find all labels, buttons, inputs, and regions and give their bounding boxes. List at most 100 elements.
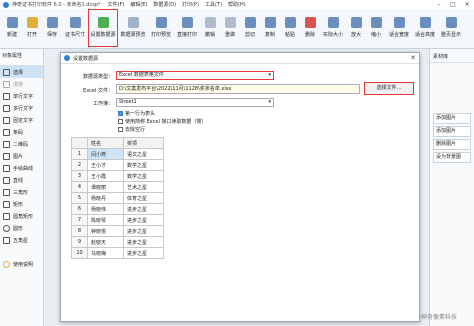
cut-button[interactable]: 剪切 [240,9,260,47]
certificate-size-button[interactable]: 证书尺寸 [62,9,88,47]
paste-button[interactable]: 粘贴 [280,9,300,47]
main-toolbar: 新建 打开 保存 证书尺寸 设置数据源 数据源预览 打印预览 直接打印 撤销 重… [0,9,474,49]
zoom-out-icon [370,17,382,28]
printer-icon [181,17,193,28]
set-datasource-button[interactable]: 设置数据源 [88,9,118,47]
actual-size-button[interactable]: 实际大小 [320,9,346,47]
zoom-in-button[interactable]: 放大 [346,9,366,47]
menu-file[interactable]: 文件(F) [105,1,128,8]
new-button[interactable]: 新建 [2,9,22,47]
redo-button[interactable]: 重做 [220,9,240,47]
fit-height-button[interactable]: 适合高度 [412,9,438,47]
simple-excel-interface-checkbox[interactable]: 使用简称 Excel 接口读取数据（慢） [118,118,206,125]
fixed-text-icon [3,116,10,124]
copy-button[interactable]: 复制 [260,9,280,47]
material-library-tab[interactable]: 素材库 [430,49,474,63]
text-icon [3,92,10,100]
full-page-button[interactable]: 整页显示 [438,9,464,47]
delete-button[interactable]: 删除 [300,9,320,47]
barcode-icon [3,128,10,136]
worksheet-label: 工作簿： [92,101,113,107]
data-preview-table: 姓名 奖项 1 闫小燕 语文之星 2 王小才 数学之星 3 王小霞 数学之星 4 谭晓丽 艺术之… [71,137,164,259]
cursor-icon [3,68,10,76]
table-row[interactable]: 10 马晓梅 进步之星 [71,247,164,259]
delete-icon [304,17,316,28]
app-logo-icon [3,1,9,8]
tool-select[interactable]: 选择 [0,66,43,78]
minimize-button[interactable]: – [432,1,446,8]
zoom-in-icon [350,17,362,28]
tool-pan[interactable]: 漫游 [0,78,43,90]
set-background-button[interactable]: 设为背景图 [433,152,471,163]
datasource-dialog: 设置数据源 ✕ 数据源类型： Excel 数据表格文件 ▾ Excel 文件： … [60,52,420,322]
tool-triangle[interactable]: 三角形 [0,186,43,198]
table-row[interactable]: 1 闫小燕 语文之星 [71,148,164,160]
delete-image-button[interactable]: 删除图片 [433,139,471,150]
dialog-close-button[interactable]: ✕ [407,54,419,62]
window-title: 神奇证书打印软件 6.0 - 未命名1.dcsp* [12,2,101,8]
menu-print[interactable]: 打印(P) [179,1,202,8]
tool-rounded-rectangle[interactable]: 圆角矩形 [0,210,43,222]
column-header [71,137,88,149]
hand-icon [3,80,10,88]
print-preview-button[interactable]: 打印预览 [148,9,174,47]
first-row-header-checkbox[interactable]: ✓ 第一行为表头 [118,110,155,117]
column-header[interactable]: 奖项 [123,137,164,149]
add-image-button-2[interactable]: 添加图片 [433,126,471,137]
multiline-text-icon [3,104,10,112]
clipboard-icon [284,17,296,28]
tool-rectangle[interactable]: 矩形 [0,198,43,210]
menu-edit[interactable]: 编辑(E) [127,1,150,8]
close-window-button[interactable]: ✕ [460,1,474,8]
datasource-preview-button[interactable]: 数据源预览 [118,9,148,47]
table-row[interactable]: 4 谭晓丽 艺术之星 [71,181,164,193]
remove-empty-rows-checkbox[interactable]: 去除空行 [118,126,145,133]
tool-fixed-text[interactable]: 固定文字 [0,114,43,126]
maximize-button[interactable]: □ [446,1,460,8]
direct-print-button[interactable]: 直接打印 [174,9,200,47]
menu-tools[interactable]: 工具(T) [202,1,225,8]
zoom-out-button[interactable]: 缩小 [366,9,386,47]
image-icon [3,152,10,160]
table-row[interactable]: 6 杨晓伟 进步之星 [71,203,164,215]
open-button[interactable]: 打开 [22,9,42,47]
data-type-label: 数据源类型： [82,74,113,80]
worksheet-select[interactable]: Sheet1 ▾ [116,98,274,107]
tool-star[interactable]: 五角星 [0,234,43,246]
object-properties-tab[interactable]: 对象属性 [0,49,43,66]
menu-datasource[interactable]: 数据源(D) [150,1,179,8]
datasource-icon [97,17,109,28]
copy-icon [264,17,276,28]
tool-single-line-text[interactable]: 单行文字 [0,90,43,102]
page-size-icon [69,17,81,28]
lightbulb-icon [3,260,10,268]
table-row[interactable]: 9 赵晓天 进步之星 [71,236,164,248]
add-image-button[interactable]: 添加图片 [433,113,471,124]
tool-qrcode[interactable]: 二维码 [0,138,43,150]
tool-multi-line-text[interactable]: 多行文字 [0,102,43,114]
menu-bar: 文件(F) 编辑(E) 数据源(D) 打印(P) 工具(T) 帮助(H) [105,1,249,8]
tool-freehand[interactable]: 手绘曲线 [0,162,43,174]
rectangle-icon [3,200,10,208]
tool-barcode[interactable]: 条码 [0,126,43,138]
data-type-select[interactable]: Excel 数据表格文件 ▾ [116,71,274,80]
excel-file-path-field[interactable]: D:\文案发布平台\2022\11月\1128\奖状名单.xlsx [116,84,360,94]
column-header[interactable]: 姓名 [87,137,124,149]
actual-size-icon [327,17,339,28]
menu-help[interactable]: 帮助(H) [225,1,249,8]
fit-width-button[interactable]: 适合宽度 [386,9,412,47]
save-button[interactable]: 保存 [42,9,62,47]
table-row[interactable]: 2 王小才 数学之星 [71,159,164,171]
tool-image[interactable]: 图片 [0,150,43,162]
tool-line[interactable]: 直线 [0,174,43,186]
table-row[interactable]: 3 王小霞 数学之星 [71,170,164,182]
table-row[interactable]: 8 钟晓悦 进步之星 [71,225,164,237]
fit-width-icon [393,17,405,28]
tool-circle[interactable]: 圆形 [0,222,43,234]
table-row[interactable]: 5 杨晓丹 体育之星 [71,192,164,204]
help-link[interactable]: 使用说明 [0,258,43,270]
fit-height-icon [419,17,431,28]
undo-button[interactable]: 撤销 [200,9,220,47]
table-row[interactable]: 7 陈晓琴 进步之星 [71,214,164,226]
choose-file-button[interactable]: 选择文件… [364,82,414,95]
